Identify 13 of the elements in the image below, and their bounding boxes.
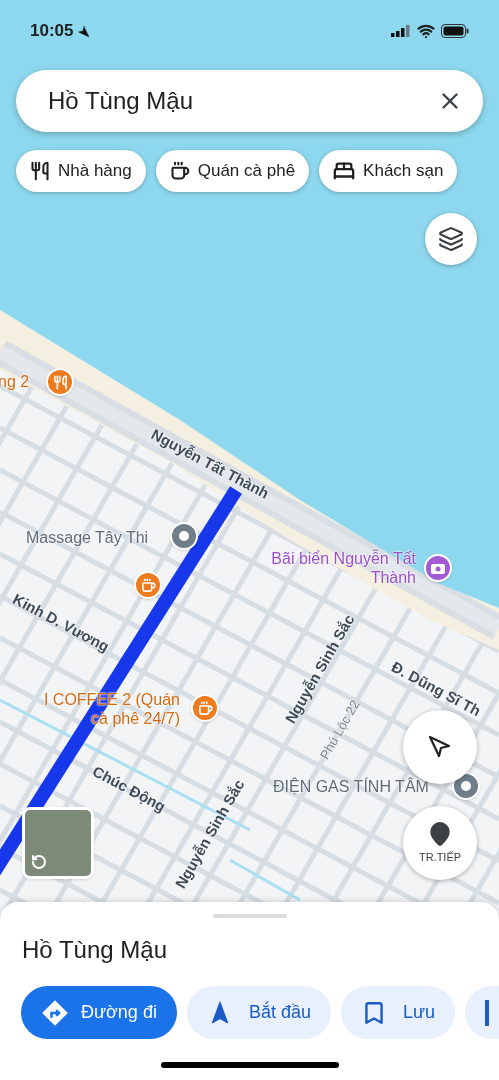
start-button[interactable]: Bắt đầu [186, 986, 331, 1039]
status-time: 10:05 [30, 20, 74, 43]
place-label: Bãi biển Nguyễn Tất Thành [270, 549, 416, 588]
search-bar[interactable]: Hồ Tùng Mậu [16, 70, 483, 132]
search-field[interactable]: Hồ Tùng Mậu [48, 83, 437, 119]
place-label: ĐIỆN GAS TÍNH TÂM [273, 777, 429, 797]
save-button[interactable]: Lưu [340, 986, 456, 1039]
place-title: Hồ Tùng Mậu [22, 935, 168, 965]
category-chip[interactable]: Nhà hàng [16, 150, 146, 192]
category-chip[interactable]: Khách sạn [319, 150, 458, 192]
place-label: Massage Tây Thi [26, 528, 149, 548]
directions-button[interactable]: Đường đi [21, 986, 177, 1039]
category-chip[interactable]: Quán cà phê [155, 150, 310, 192]
